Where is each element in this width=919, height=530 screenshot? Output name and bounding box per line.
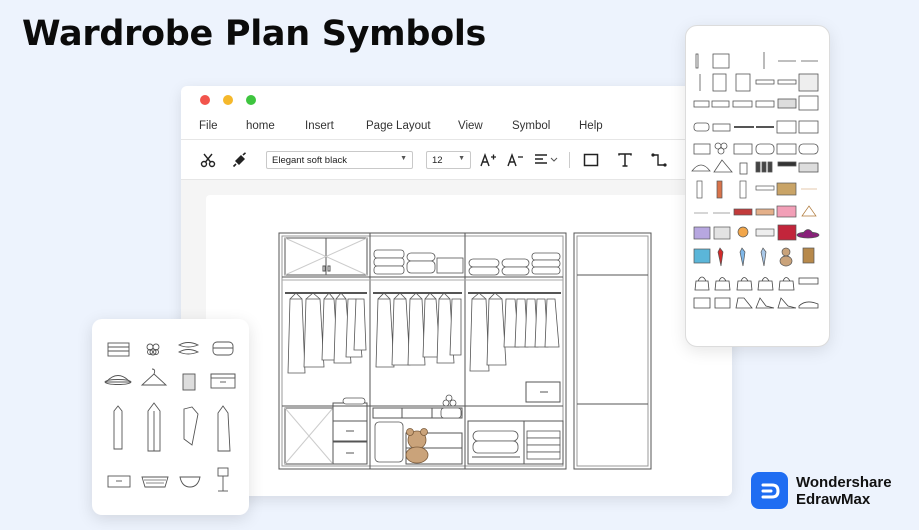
menu-file[interactable]: File [199,120,218,132]
wardrobe-plan-drawing[interactable] [206,195,732,496]
drawing-page [206,195,732,496]
menu-symbol[interactable]: Symbol [512,120,550,132]
brand-line-1: Wondershare [796,473,892,491]
menu-page-layout[interactable]: Page Layout [366,120,431,132]
font-size-value: 12 [432,154,443,166]
minimize-window-button[interactable] [223,95,233,105]
chevron-down-icon: ▼ [400,155,407,162]
symbol-panel-left [92,319,249,515]
maximize-window-button[interactable] [246,95,256,105]
menu-insert[interactable]: Insert [305,120,334,132]
symbol-grid-right[interactable] [686,26,831,348]
font-size-select[interactable]: 12 ▼ [426,151,471,169]
brand-line-2: EdrawMax [796,490,871,508]
canvas-area [181,180,732,496]
brand-lockup: Wondershare EdrawMax [751,472,892,509]
format-painter-icon[interactable] [231,151,249,169]
window-titlebar [181,86,732,114]
menu-view[interactable]: View [458,120,483,132]
align-icon[interactable] [533,151,559,169]
toolbar-divider [569,152,570,168]
chevron-down-icon: ▼ [458,155,465,162]
text-icon[interactable] [616,151,634,169]
connector-icon[interactable] [650,151,668,169]
decrease-font-icon[interactable] [506,151,524,169]
edrawmax-logo-icon [751,472,788,509]
font-family-select[interactable]: Elegant soft black ▼ [266,151,413,169]
menu-bar: File home Insert Page Layout View Symbol… [181,114,732,140]
toolbar: Elegant soft black ▼ 12 ▼ [181,140,732,180]
rectangle-icon[interactable] [582,151,600,169]
teddy-bear-symbol [405,428,429,464]
close-window-button[interactable] [200,95,210,105]
font-family-value: Elegant soft black [272,154,347,166]
symbol-panel-right [685,25,830,347]
increase-font-icon[interactable] [479,151,497,169]
brand-name: Wondershare EdrawMax [796,474,892,508]
page-title: Wardrobe Plan Symbols [22,14,487,54]
menu-home[interactable]: home [246,120,275,132]
editor-window: File home Insert Page Layout View Symbol… [181,86,732,496]
menu-help[interactable]: Help [579,120,603,132]
scissors-icon[interactable] [199,151,217,169]
symbol-grid-left[interactable] [92,319,249,515]
